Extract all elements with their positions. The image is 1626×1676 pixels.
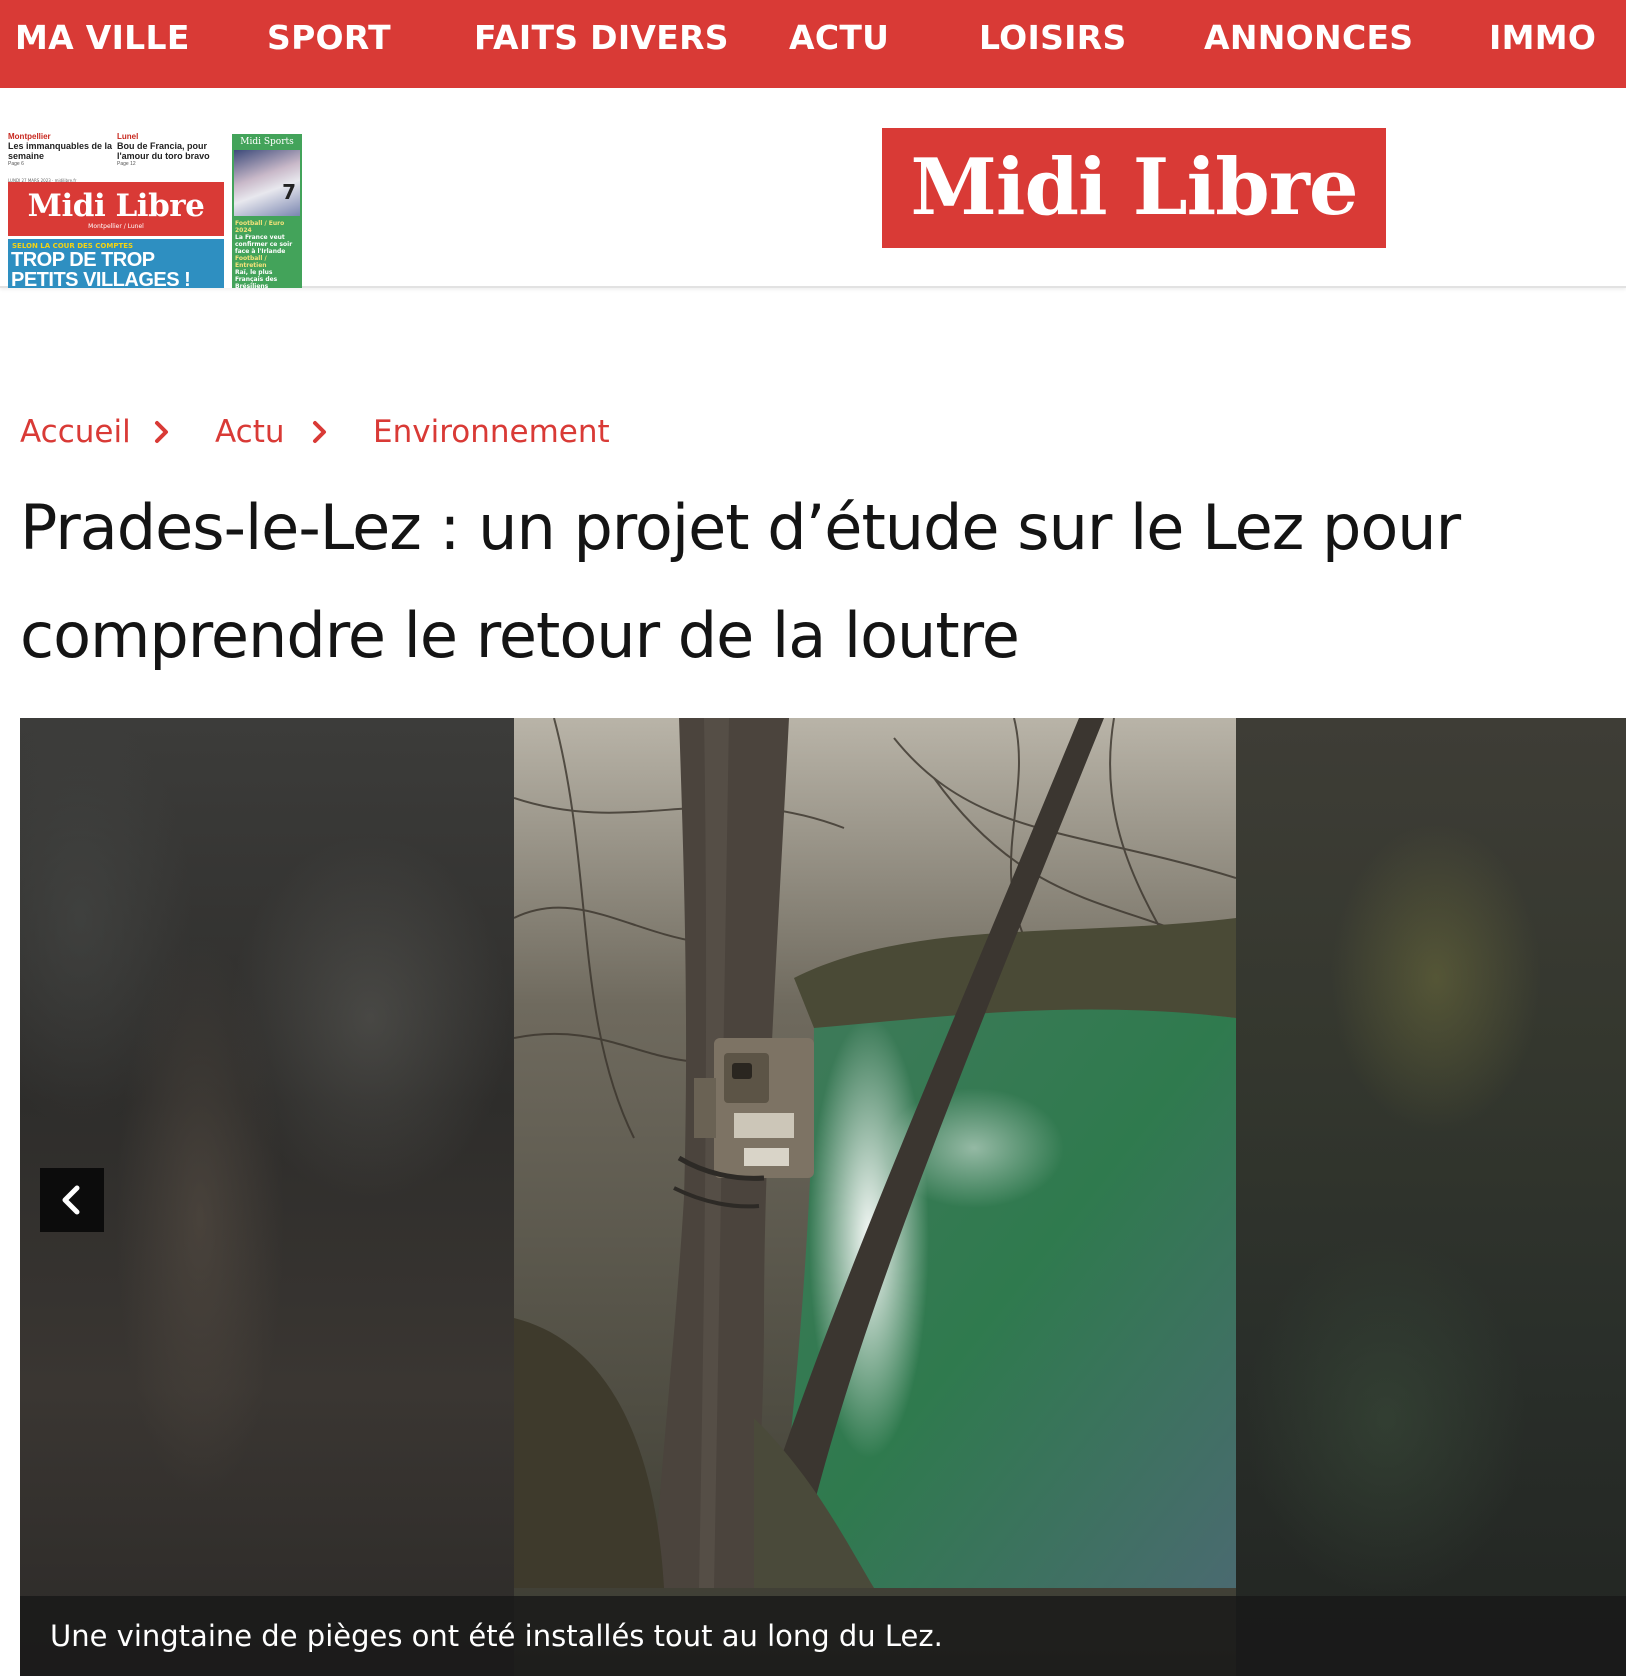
cover-sports-photo: 7 xyxy=(234,150,300,216)
nav-item-loisirs[interactable]: LOISIRS xyxy=(979,0,1127,76)
breadcrumb-item-accueil[interactable]: Accueil xyxy=(20,410,131,454)
site-logo[interactable]: Midi Libre xyxy=(882,128,1386,248)
newspaper-cover-thumbnail[interactable]: Montpellier Les immanquables de la semai… xyxy=(8,132,302,288)
chevron-right-icon xyxy=(310,420,330,444)
nav-item-annonces[interactable]: ANNONCES xyxy=(1204,0,1413,76)
cover-front-page: Montpellier Les immanquables de la semai… xyxy=(8,132,224,288)
cover-sports-teasers: Football / Euro 2024 La France veut conf… xyxy=(235,220,300,288)
cover-headline-box: SELON LA COUR DES COMPTES TROP DE TROP P… xyxy=(8,239,224,288)
photo-carousel: Une vingtaine de pièges ont été installé… xyxy=(20,718,1626,1676)
nav-item-actu[interactable]: ACTU xyxy=(789,0,889,76)
nav-item-ma-ville[interactable]: MA VILLE xyxy=(15,0,190,76)
cover-sports-kicker: Football / Entretien xyxy=(235,255,267,269)
cover-teaser-city: Lunel xyxy=(117,132,139,141)
cover-headline: TROP DE TROP PETITS VILLAGES ! xyxy=(11,249,191,288)
cover-sports-text: Raï, le plus Français des Brésiliens xyxy=(235,269,278,288)
cover-teaser-lunel: Lunel Bou de Francia, pour l'amour du to… xyxy=(117,132,225,172)
cover-teaser-text: Les immanquables de la semaine xyxy=(8,141,113,161)
cover-teaser-page: Page 12 xyxy=(117,161,136,167)
cover-teaser-city: Montpellier xyxy=(8,132,51,141)
article-title: Prades-le-Lez : un projet d’étude sur le… xyxy=(20,491,1461,672)
cover-teaser-montpellier: Montpellier Les immanquables de la semai… xyxy=(8,132,116,172)
cover-edition: Montpellier / Lunel xyxy=(88,223,144,230)
photo-caption: Une vingtaine de pièges ont été installé… xyxy=(50,1619,943,1653)
carousel-blurred-background-right xyxy=(1236,718,1626,1676)
cover-teaser-page: Page 6 xyxy=(8,161,24,167)
cover-sports-kicker: Football / Euro 2024 xyxy=(235,220,285,234)
nav-item-faits-divers[interactable]: FAITS DIVERS xyxy=(474,0,729,76)
chevron-right-icon xyxy=(152,420,172,444)
chevron-left-icon xyxy=(62,1185,80,1215)
nav-item-immo[interactable]: IMMO xyxy=(1489,0,1596,76)
cover-sports-supplement: Midi Sports 7 Football / Euro 2024 La Fr… xyxy=(232,134,302,288)
cover-sports-jersey-number: 7 xyxy=(282,180,296,204)
carousel-prev-button[interactable] xyxy=(40,1168,104,1232)
cover-masthead-logo: Midi Libre xyxy=(27,188,205,224)
cover-sports-title: Midi Sports xyxy=(232,134,302,150)
cover-sports-text: La France veut confirmer ce soir face à … xyxy=(235,234,293,255)
article-photo xyxy=(514,718,1236,1676)
cover-masthead: Midi Libre Montpellier / Lunel xyxy=(8,182,224,236)
site-logo-text: Midi Libre xyxy=(910,142,1358,233)
top-nav-bar: MA VILLE SPORT FAITS DIVERS ACTU LOISIRS… xyxy=(0,0,1626,88)
photo-caption-bar: Une vingtaine de pièges ont été installé… xyxy=(20,1596,1626,1676)
breadcrumb-item-environnement[interactable]: Environnement xyxy=(373,410,610,454)
cover-teaser-text: Bou de Francia, pour l'amour du toro bra… xyxy=(117,141,210,161)
breadcrumb-item-actu[interactable]: Actu xyxy=(215,410,285,454)
nav-item-sport[interactable]: SPORT xyxy=(267,0,391,76)
